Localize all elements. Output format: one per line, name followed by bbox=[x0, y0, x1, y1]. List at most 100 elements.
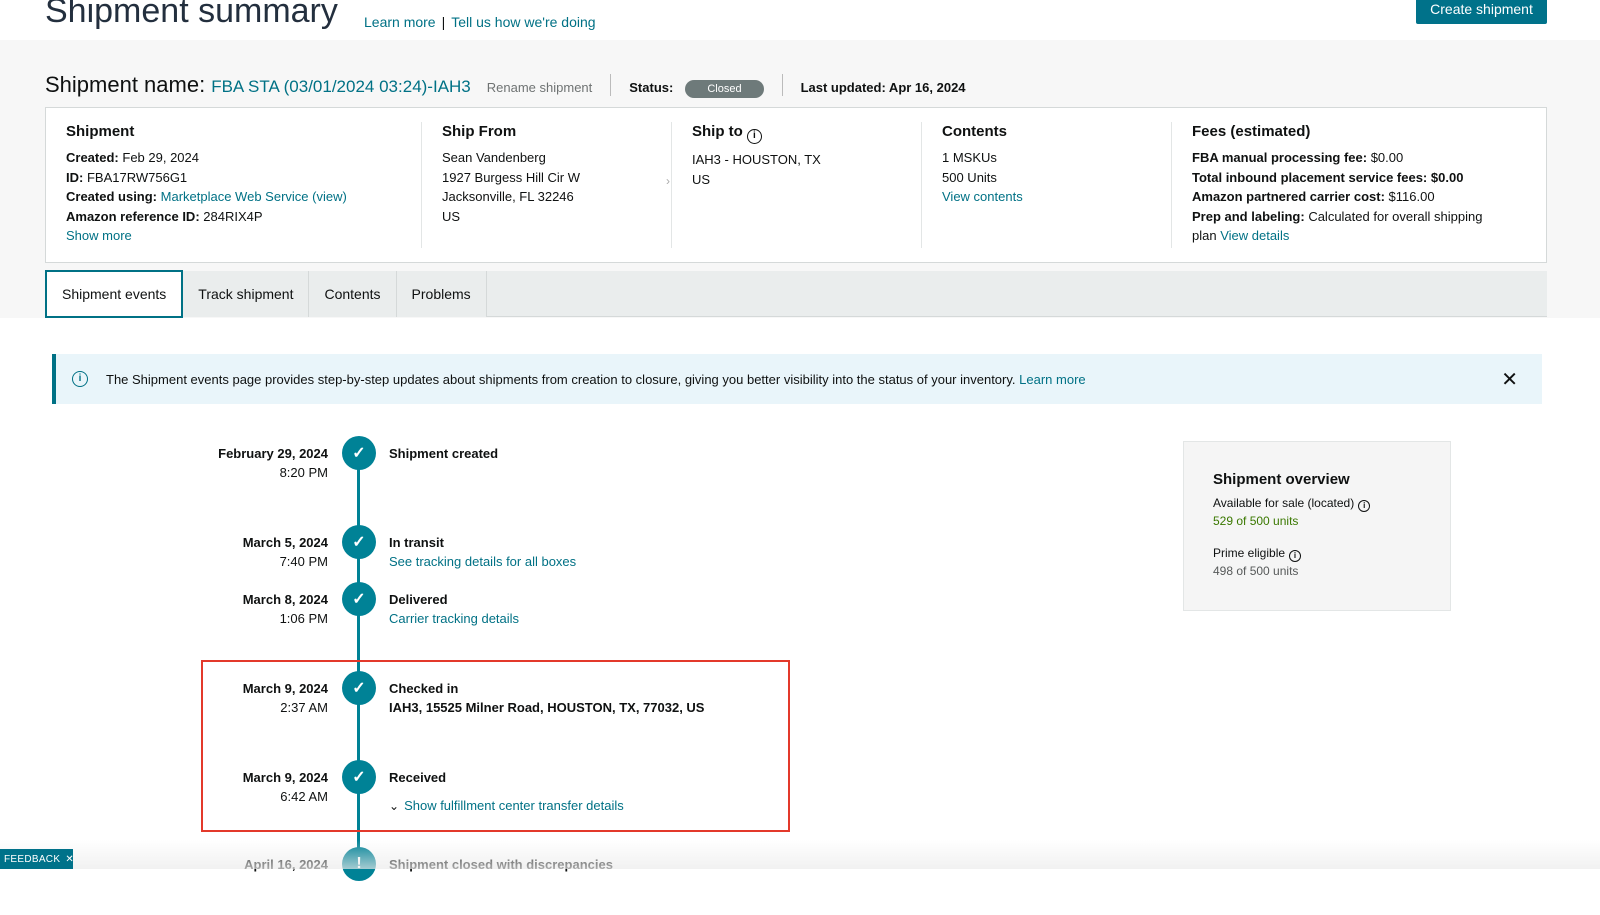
last-updated: Last updated: Apr 16, 2024 bbox=[800, 80, 966, 95]
timeline-event: April 16, 2024 ! Shipment closed with di… bbox=[0, 847, 1000, 915]
check-icon: ✓ bbox=[342, 671, 376, 705]
link-separator: | bbox=[441, 14, 446, 30]
tab-contents[interactable]: Contents bbox=[309, 271, 397, 317]
tab-problems[interactable]: Problems bbox=[396, 271, 487, 317]
created-using-label: Created using: bbox=[66, 189, 158, 204]
learn-more-link[interactable]: Learn more bbox=[364, 14, 436, 30]
created-value: Feb 29, 2024 bbox=[122, 150, 199, 165]
feedback-survey-link[interactable]: Tell us how we're doing bbox=[451, 14, 595, 30]
event-date: March 9, 2024 2:37 AM bbox=[243, 679, 328, 717]
shipment-overview-panel: Shipment overview Available for sale (lo… bbox=[1183, 441, 1451, 611]
placement-fee-value: $0.00 bbox=[1430, 169, 1464, 185]
event-title: Checked in bbox=[389, 681, 459, 696]
fees-column: Fees (estimated) FBA manual processing f… bbox=[1192, 122, 1532, 248]
status-badge: Closed bbox=[685, 80, 764, 98]
timeline-event: March 8, 2024 1:06 PM ✓ Delivered Carrier … bbox=[0, 582, 1000, 650]
prep-value: Calculated for overall shipping bbox=[1308, 208, 1483, 224]
check-icon: ✓ bbox=[342, 760, 376, 794]
event-date: March 9, 2024 6:42 AM bbox=[243, 768, 328, 806]
event-text: Shipment created bbox=[389, 444, 498, 463]
ship-from-line: 1927 Burgess Hill Cir W bbox=[442, 169, 580, 185]
event-time: 8:20 PM bbox=[279, 465, 328, 480]
info-icon[interactable]: i bbox=[1358, 500, 1371, 512]
ship-to-line: US bbox=[692, 171, 711, 187]
feedback-label: FEEDBACK bbox=[4, 853, 61, 865]
event-date-day: March 5, 2024 bbox=[242, 535, 328, 550]
divider bbox=[781, 74, 783, 96]
timeline-event: February 29, 2024 8:20 PM ✓ Shipment crea… bbox=[0, 436, 1000, 504]
event-time: 1:06 PM bbox=[279, 611, 328, 626]
ship-from-line: Jacksonville, FL 32246 bbox=[442, 189, 574, 204]
event-time: 2:37 AM bbox=[280, 700, 328, 715]
divider bbox=[610, 74, 612, 96]
chevron-down-icon[interactable]: ⌄ bbox=[389, 799, 399, 813]
check-icon: ✓ bbox=[342, 525, 376, 559]
available-label: Available for sale (located) bbox=[1213, 496, 1355, 510]
ship-from-column: Ship From Sean Vandenberg 1927 Burgess H… bbox=[442, 122, 662, 248]
rename-shipment-button[interactable]: Rename shipment bbox=[487, 80, 593, 95]
carrier-cost-label: Amazon partnered carrier cost: bbox=[1192, 189, 1385, 204]
alert-message: The Shipment events page provides step-b… bbox=[106, 371, 1016, 387]
carrier-tracking-link[interactable]: Carrier tracking details bbox=[389, 611, 519, 626]
tab-shipment-events[interactable]: Shipment events bbox=[45, 270, 184, 318]
reference-id-value: 284RIX4P bbox=[203, 208, 263, 224]
close-icon[interactable]: ✕ bbox=[1501, 367, 1518, 392]
status-label: Status: bbox=[629, 80, 674, 95]
prime-value: 498 of 500 units bbox=[1213, 564, 1299, 578]
created-label: Created: bbox=[66, 150, 119, 165]
event-title: Shipment closed with discrepancies bbox=[389, 857, 613, 872]
timeline-event: March 9, 2024 6:42 AM ✓ Received ⌄ Show ful… bbox=[0, 760, 1000, 828]
timeline-event: March 5, 2024 7:40 PM ✓ In transit See tra… bbox=[0, 525, 1000, 593]
view-contents-link[interactable]: View contents bbox=[942, 189, 1023, 204]
header-links: Learn more | Tell us how we're doing bbox=[364, 14, 596, 30]
info-icon[interactable]: i bbox=[746, 129, 762, 144]
tracking-details-link[interactable]: See tracking details for all boxes bbox=[389, 554, 576, 569]
available-value: 529 of 500 units bbox=[1213, 514, 1299, 528]
status-dot-icon: ! bbox=[342, 847, 376, 881]
event-text: Checked in IAH3, 15525 Milner Road, HOUST… bbox=[389, 679, 704, 717]
contents-column: Contents 1 MSKUs 500 Units View contents bbox=[942, 122, 1162, 248]
event-date: March 5, 2024 7:40 PM bbox=[243, 533, 328, 571]
event-date-day: April 16, 2024 bbox=[244, 857, 328, 872]
event-date: March 8, 2024 1:06 PM bbox=[243, 590, 328, 628]
overview-title: Shipment overview bbox=[1213, 471, 1350, 488]
ship-from-line: US bbox=[442, 208, 461, 224]
prime-label: Prime eligible bbox=[1213, 546, 1286, 560]
shipment-name-value[interactable]: FBA STA (03/01/2024 03:24)-IAH3 bbox=[211, 77, 471, 97]
prep-value-cont: plan bbox=[1192, 228, 1217, 243]
shipment-name-label: Shipment name: bbox=[45, 72, 206, 97]
alert-learn-more-link[interactable]: Learn more bbox=[1019, 372, 1085, 387]
show-more-link[interactable]: Show more bbox=[66, 228, 132, 243]
transfer-details-toggle[interactable]: Show fulfillment center transfer details bbox=[404, 798, 624, 813]
mskus-count: 1 MSKUs bbox=[942, 150, 997, 165]
chevron-right-icon: › bbox=[666, 174, 670, 188]
event-title: In transit bbox=[389, 535, 444, 550]
event-date-day: February 29, 2024 bbox=[218, 446, 328, 461]
event-date: April 16, 2024 bbox=[244, 855, 328, 874]
info-icon[interactable]: i bbox=[1289, 550, 1302, 562]
view-details-link[interactable]: View details bbox=[1220, 228, 1289, 243]
page-header: Shipment summary Learn more | Tell us how … bbox=[0, 0, 1600, 40]
column-divider bbox=[671, 122, 672, 248]
create-shipment-button[interactable]: Create shipment bbox=[1416, 0, 1547, 24]
ship-to-title: Ship to bbox=[692, 123, 743, 140]
feedback-tab[interactable]: FEEDBACK ✕ bbox=[0, 849, 74, 869]
check-icon: ✓ bbox=[342, 436, 376, 470]
shipment-name-row: Shipment name: FBA STA (03/01/2024 03:24… bbox=[45, 72, 966, 98]
reference-id-label: Amazon reference ID: bbox=[66, 208, 200, 224]
column-divider bbox=[1171, 122, 1172, 248]
ship-from-line: Sean Vandenberg bbox=[442, 150, 546, 165]
event-text: Shipment closed with discrepancies bbox=[389, 855, 613, 874]
check-icon: ✓ bbox=[342, 582, 376, 616]
units-count: 500 Units bbox=[942, 169, 997, 185]
tab-track-shipment[interactable]: Track shipment bbox=[183, 271, 310, 317]
manual-fee-label: FBA manual processing fee: bbox=[1192, 150, 1368, 165]
shipment-column: Shipment Created: Feb 29, 2024 ID: FBA17… bbox=[66, 122, 406, 248]
created-using-link[interactable]: Marketplace Web Service (view) bbox=[161, 189, 347, 204]
event-time: 6:42 AM bbox=[280, 789, 328, 804]
shipment-column-title: Shipment bbox=[66, 123, 135, 140]
tab-bar: Shipment events Track shipment Contents … bbox=[45, 270, 1547, 318]
page-title: Shipment summary bbox=[45, 0, 338, 30]
close-icon[interactable]: ✕ bbox=[65, 854, 74, 865]
event-title: Delivered bbox=[389, 592, 448, 607]
